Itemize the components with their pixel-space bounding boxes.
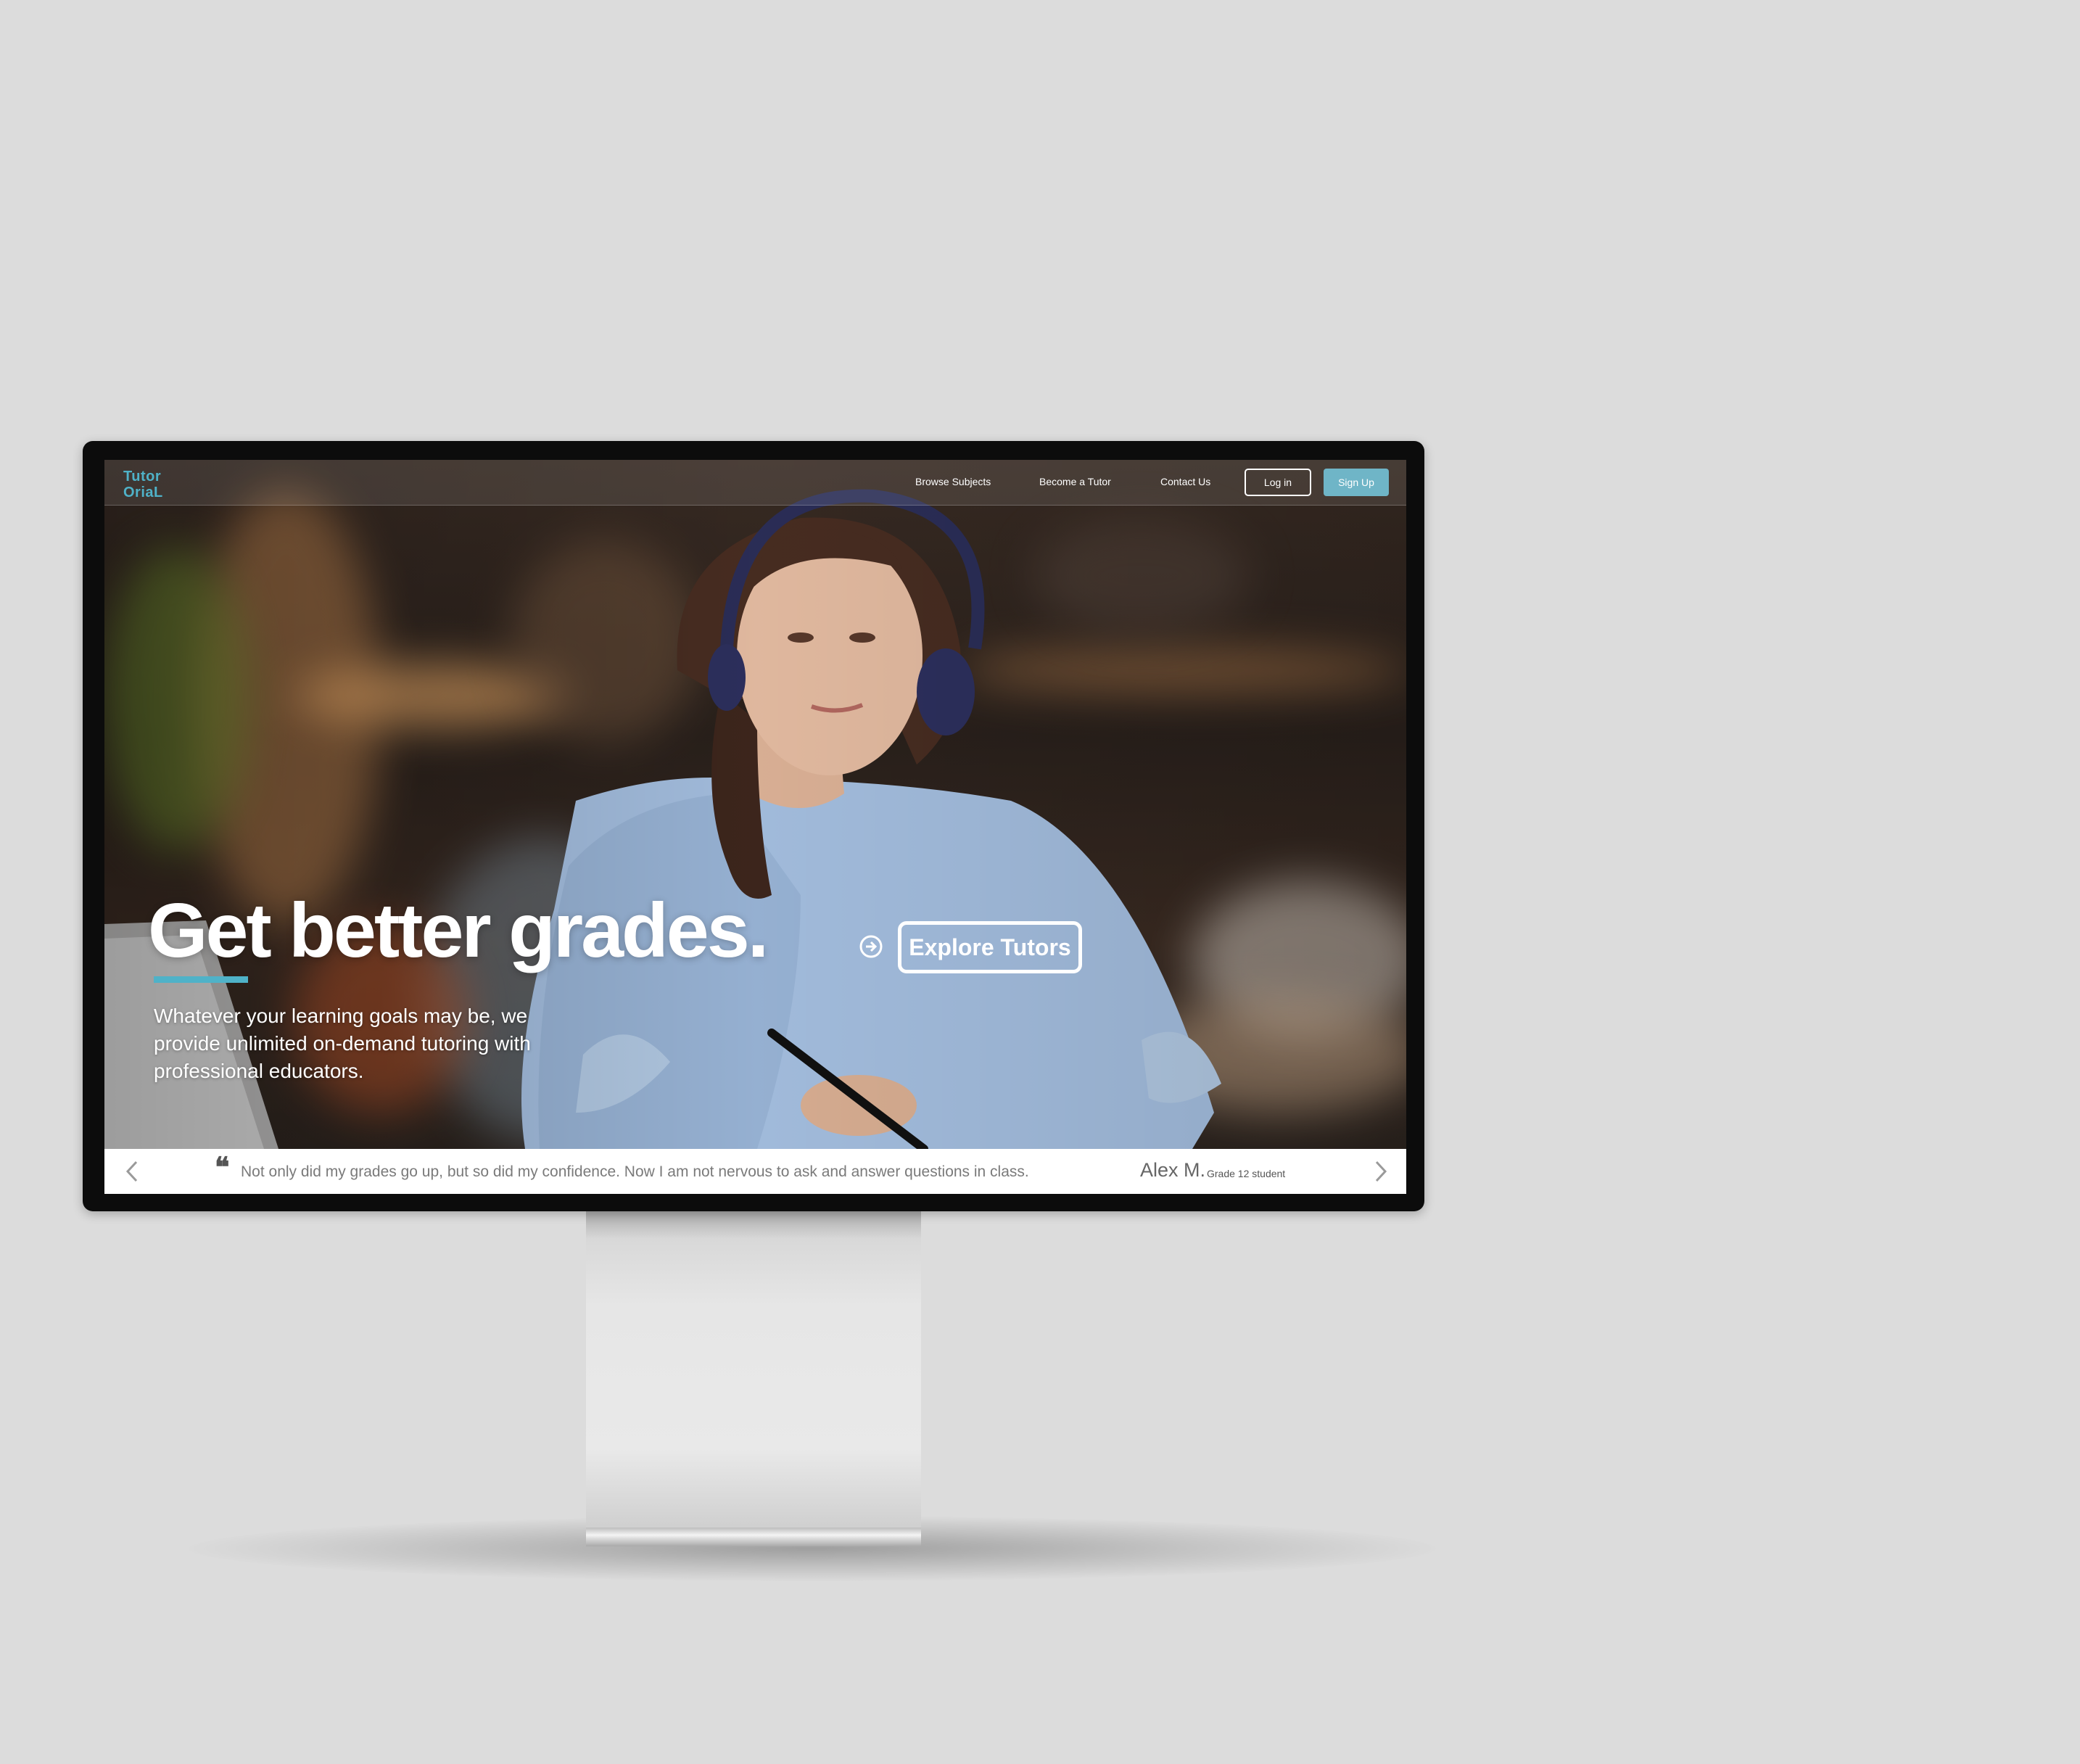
monitor-stand-foot (586, 1528, 921, 1546)
nav-link-contact-us[interactable]: Contact Us (1160, 476, 1210, 487)
hero-headline: Get better grades. (148, 888, 769, 973)
nav-link-become-tutor[interactable]: Become a Tutor (1039, 476, 1111, 487)
monitor-stand (586, 1210, 921, 1529)
login-button[interactable]: Log in (1245, 469, 1311, 496)
testimonial-author-role: Grade 12 student (1207, 1168, 1286, 1179)
nav-link-browse-subjects[interactable]: Browse Subjects (915, 476, 991, 487)
website-screen: Tutor OriaL Browse Subjects Become a Tut… (104, 460, 1406, 1194)
brand-logo[interactable]: Tutor OriaL (123, 469, 163, 500)
testimonial-quote: Not only did my grades go up, but so did… (241, 1163, 1029, 1180)
hero-description: Whatever your learning goals may be, we … (154, 1005, 531, 1082)
testimonial-author: Alex M. (1140, 1159, 1206, 1181)
chevron-right-icon[interactable] (1368, 1159, 1392, 1184)
headline-underline (154, 976, 248, 983)
logo-line-1: Tutor (123, 469, 162, 485)
chevron-left-icon[interactable] (120, 1159, 145, 1184)
logo-line-2: OriaL (123, 485, 163, 500)
signup-button[interactable]: Sign Up (1324, 469, 1389, 496)
arrow-right-circle-icon[interactable] (859, 934, 883, 959)
quote-icon: ❝ (215, 1150, 230, 1183)
explore-tutors-button[interactable]: Explore Tutors (898, 921, 1082, 973)
testimonial-bar: ❝ Not only did my grades go up, but so d… (104, 1149, 1406, 1194)
top-navigation: Tutor OriaL Browse Subjects Become a Tut… (104, 460, 1406, 506)
